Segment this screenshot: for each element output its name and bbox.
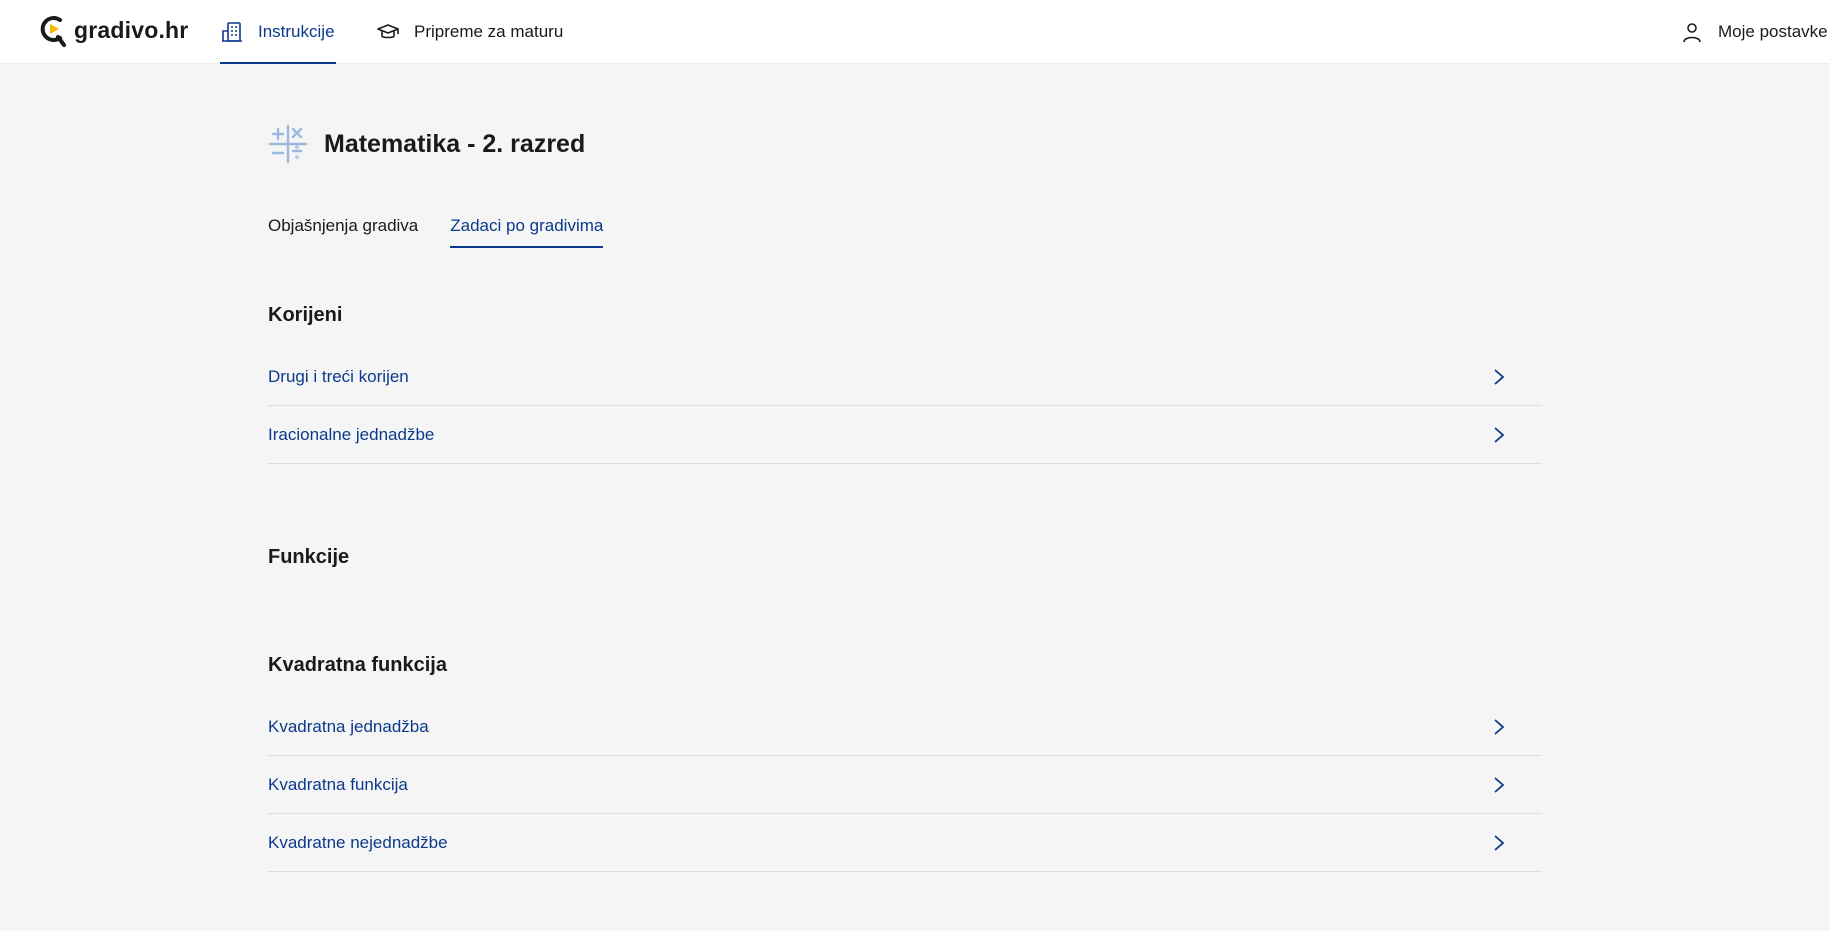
list-item-label: Kvadratna jednadžba [268, 716, 429, 736]
list-item-label: Kvadratna funkcija [268, 774, 408, 794]
nav-settings-label: Moje postavke [1718, 22, 1828, 41]
chevron-right-icon [1494, 834, 1505, 851]
section-title-korijeni: Korijeni [268, 304, 343, 326]
list-item[interactable]: Drugi i treći korijen [268, 348, 1542, 406]
brand-logo[interactable]: gradivo.hr [38, 12, 188, 48]
nav-instrukcije[interactable]: Instrukcije [220, 0, 336, 64]
list-korijeni: Drugi i treći korijen Iracionalne jednad… [268, 348, 1542, 464]
graduation-cap-icon [377, 24, 399, 39]
list-item[interactable]: Iracionalne jednadžbe [268, 406, 1542, 464]
page-header: Matematika - 2. razred [268, 124, 585, 164]
building-icon [222, 22, 242, 42]
nav-pripreme-label: Pripreme za maturu [414, 22, 564, 41]
list-item-label: Kvadratne nejednadžbe [268, 832, 448, 852]
top-navigation-bar: gradivo.hr Instrukcije Pripreme za matur… [0, 0, 1830, 64]
tab-zadaci-po-gradivima[interactable]: Zadaci po gradivima [450, 216, 604, 248]
brand-name: gradivo.hr [74, 16, 189, 43]
chevron-right-icon [1494, 368, 1505, 385]
math-symbols-icon [268, 124, 308, 164]
list-item-label: Iracionalne jednadžbe [268, 424, 435, 444]
list-kvadratna-funkcija: Kvadratna jednadžba Kvadratna funkcija K… [268, 698, 1542, 872]
section-title-funkcije: Funkcije [268, 546, 350, 568]
tab-objasnjenja-gradiva[interactable]: Objašnjenja gradiva [268, 216, 418, 248]
page-title: Matematika - 2. razred [324, 129, 586, 158]
list-item-label: Drugi i treći korijen [268, 366, 409, 386]
list-item[interactable]: Kvadratna jednadžba [268, 698, 1542, 756]
section-title-kvadratna-funkcija: Kvadratna funkcija [268, 654, 447, 676]
list-item[interactable]: Kvadratna funkcija [268, 756, 1542, 814]
nav-instrukcije-label: Instrukcije [258, 22, 335, 41]
chevron-right-icon [1494, 718, 1505, 735]
logo-icon [40, 16, 66, 47]
chevron-right-icon [1494, 776, 1505, 793]
nav-pripreme-za-maturu[interactable]: Pripreme za maturu [376, 0, 563, 64]
chevron-right-icon [1494, 426, 1505, 443]
content-tabs: Objašnjenja gradiva Zadaci po gradivima [268, 216, 604, 248]
list-item[interactable]: Kvadratne nejednadžbe [268, 814, 1542, 872]
nav-moje-postavke[interactable]: Moje postavke [1680, 0, 1828, 64]
user-icon [1683, 23, 1701, 43]
